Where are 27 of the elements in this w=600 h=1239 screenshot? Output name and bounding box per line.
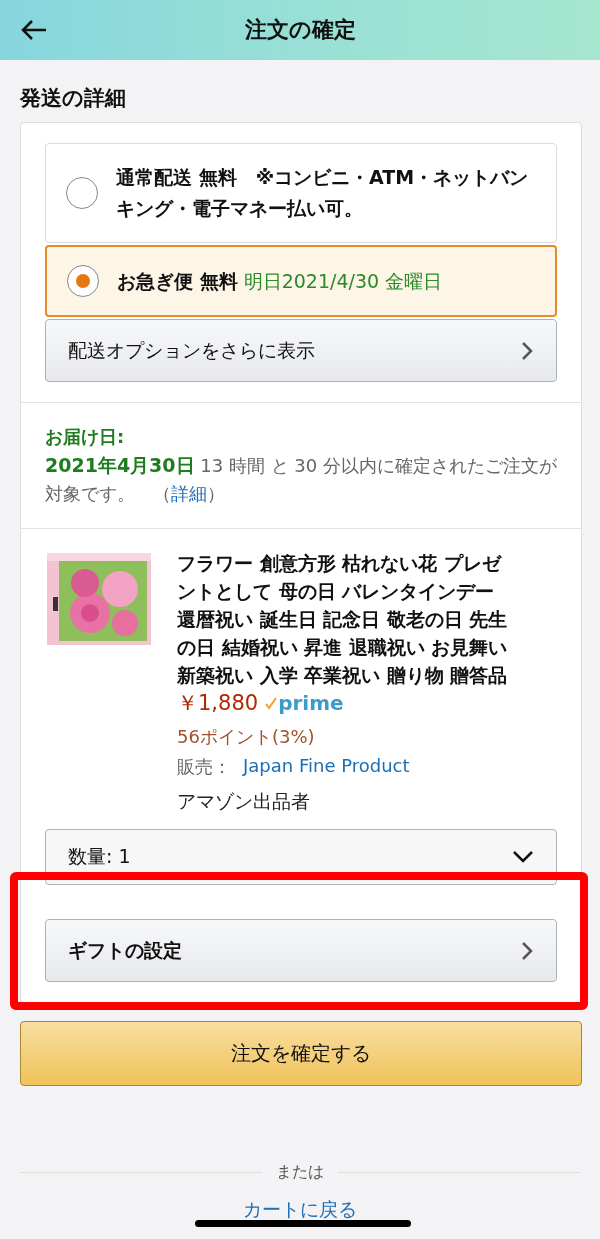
seller-type: アマゾン出品者	[177, 789, 311, 814]
page-title: 注文の確定	[244, 16, 356, 44]
seller-link[interactable]: Japan Fine Product	[243, 755, 410, 779]
gift-settings-button[interactable]: ギフトの設定	[45, 919, 557, 982]
product-title[interactable]: フラワー 創意方形 枯れない花 プレゼントとして 母の日 バレンタインデー還暦祝い 誕生日 記念日 敬老の日 先生の日 結婚祝い 昇進 退職祝い お見舞い新築祝い 入学 卒業祝い 贈り物 贈答品	[177, 549, 513, 689]
shipping-option-label: 通常配送 無料 ※コンビニ・ATM・ネットバンキング・電子マネー払い可。	[116, 165, 530, 221]
seller-label: 販売：	[177, 755, 231, 779]
chevron-down-icon	[512, 850, 534, 864]
points: 56ポイント(3%)	[177, 725, 316, 749]
cart-link[interactable]: カートに戻る	[0, 1197, 600, 1223]
delivery-note: 2021年4月30日 13 時間 と 30 分以内に確定されたご注文が対象です。 （詳細）	[45, 453, 557, 506]
section-title: 発送の詳細	[19, 85, 127, 112]
radio-button[interactable]	[66, 177, 98, 209]
chevron-right-icon	[520, 939, 534, 962]
back-arrow-icon[interactable]	[20, 18, 48, 42]
shipping-option[interactable]: 通常配送 無料 ※コンビニ・ATM・ネットバンキング・電子マネー払い可。	[45, 143, 557, 243]
radio-button[interactable]	[67, 265, 99, 297]
chevron-right-icon	[520, 339, 534, 362]
confirm-order-button[interactable]: 注文を確定する	[20, 1021, 582, 1086]
prime-logo: prime	[264, 691, 344, 715]
shipping-option-label: お急ぎ便 無料 明日2021/4/30 金曜日	[117, 268, 443, 294]
price: ￥1,880	[177, 690, 259, 717]
details-link[interactable]: 詳細	[171, 483, 207, 504]
divider-text: または	[276, 1162, 324, 1183]
more-options-button[interactable]: 配送オプションをさらに表示	[45, 319, 557, 382]
delivery-label: お届け日:	[45, 425, 126, 449]
shipping-option[interactable]: お急ぎ便 無料 明日2021/4/30 金曜日	[45, 245, 557, 317]
